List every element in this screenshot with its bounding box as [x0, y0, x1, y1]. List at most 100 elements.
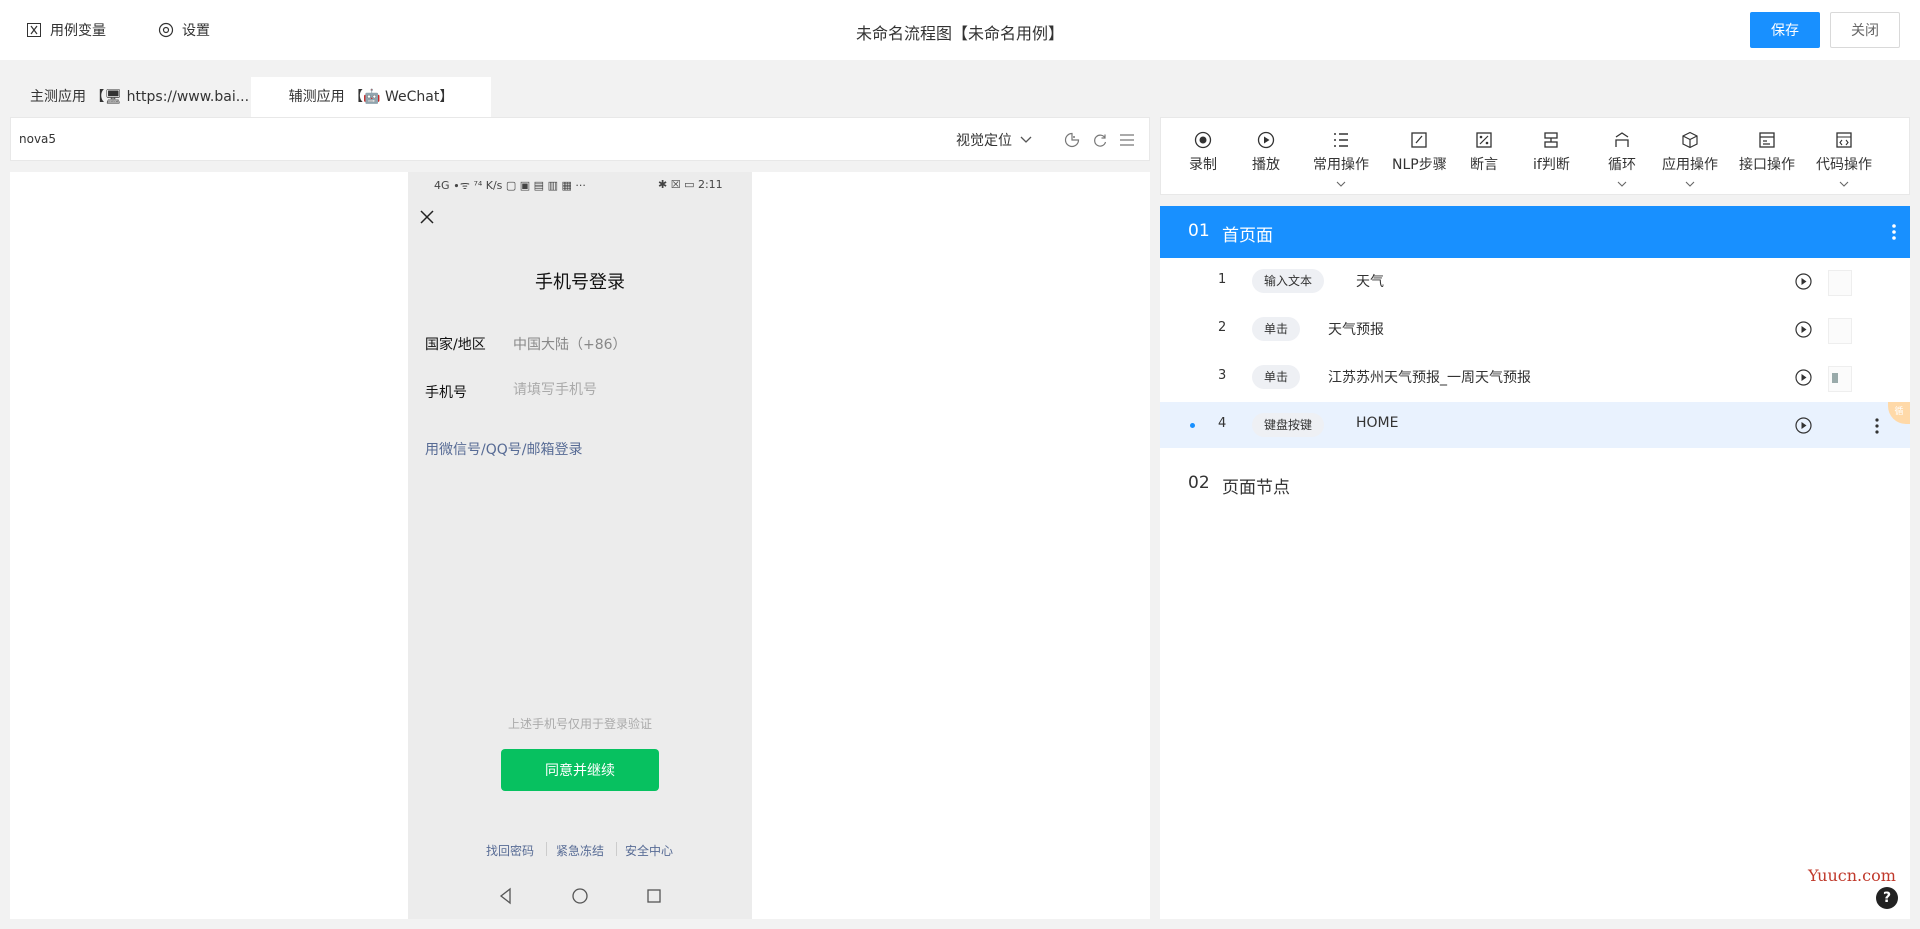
- list-icon: [1331, 130, 1351, 150]
- step-thumbnail[interactable]: [1828, 318, 1852, 344]
- step-target: HOME: [1356, 415, 1399, 431]
- selected-dot: [1190, 423, 1195, 428]
- play-step-icon[interactable]: [1795, 321, 1812, 338]
- save-button[interactable]: 保存: [1750, 12, 1820, 48]
- tool-loop[interactable]: 循环: [1608, 130, 1636, 187]
- section-header-page-nodes[interactable]: 02 页面节点: [1160, 461, 1910, 507]
- region-value[interactable]: 中国大陆（+86）: [513, 334, 627, 354]
- case-variables-button[interactable]: 用例变量: [26, 20, 106, 40]
- agree-continue-button[interactable]: 同意并继续: [501, 749, 659, 791]
- login-title: 手机号登录: [535, 272, 625, 293]
- login-note: 上述手机号仅用于登录验证: [507, 717, 652, 731]
- play-step-icon[interactable]: [1795, 273, 1812, 290]
- step-target: 江苏苏州天气预报_一周天气预报: [1328, 370, 1531, 386]
- tool-common-ops[interactable]: 常用操作: [1313, 130, 1369, 187]
- step-number: 4: [1218, 416, 1227, 431]
- tool-app-ops[interactable]: 应用操作: [1662, 130, 1718, 187]
- device-bar: nova5 视觉定位: [10, 117, 1150, 161]
- step-row-selected[interactable]: 4 键盘按键 HOME 循: [1160, 402, 1910, 448]
- code-icon: [1834, 130, 1854, 150]
- step-number: 3: [1218, 368, 1227, 383]
- nav-home-icon[interactable]: [570, 886, 590, 906]
- phone-screen: 4G ∙ᯤ ⁷⁴ K/s ▢ ▣ ▤ ▥ ▦ ··· ✱ ☒ ▭ 2:11 手机…: [408, 172, 752, 919]
- help-icon[interactable]: ?: [1876, 887, 1898, 909]
- status-bar-right: ✱ ☒ ▭ 2:11: [658, 178, 723, 191]
- region-label: 国家/地区: [425, 337, 486, 353]
- step-thumbnail[interactable]: [1828, 366, 1852, 392]
- step-row[interactable]: 3 单击 江苏苏州天气预报_一周天气预报: [1160, 354, 1910, 400]
- step-row[interactable]: 2 单击 天气预报: [1160, 306, 1910, 352]
- nav-back-icon[interactable]: [496, 886, 516, 906]
- watermark: Yuucn.com: [1808, 866, 1896, 885]
- tab-aux-app[interactable]: 辅测应用 【🤖 WeChat】: [251, 77, 491, 117]
- menu-icon[interactable]: [1118, 131, 1136, 149]
- recover-password-link[interactable]: 找回密码: [486, 842, 534, 859]
- case-variables-label: 用例变量: [50, 23, 106, 39]
- settings-button[interactable]: 设置: [158, 20, 210, 40]
- refresh-icon[interactable]: [1091, 131, 1109, 149]
- step-toolbar: 录制 播放 常用操作 NLP步骤 断言 if判断 循环 应用操作 接口操作 代码…: [1160, 117, 1910, 195]
- footer-divider: [616, 842, 617, 856]
- variable-icon: [26, 22, 42, 38]
- tool-label: 播放: [1252, 157, 1280, 173]
- step-action-tag: 输入文本: [1252, 269, 1325, 293]
- settings-label: 设置: [182, 23, 210, 39]
- tool-record[interactable]: 录制: [1189, 130, 1217, 174]
- locate-mode-value: 视觉定位: [956, 133, 1012, 149]
- step-action-tag: 单击: [1252, 317, 1301, 341]
- tool-label: 常用操作: [1313, 157, 1369, 173]
- tab-main-app[interactable]: 主测应用 【🖥 https://www.bai...: [12, 77, 267, 117]
- tool-if[interactable]: if判断: [1533, 130, 1570, 174]
- play-step-icon[interactable]: [1795, 369, 1812, 386]
- locate-mode-select[interactable]: 视觉定位: [956, 130, 1032, 150]
- section-number: 02: [1188, 473, 1210, 493]
- tool-label: 录制: [1189, 157, 1217, 173]
- api-icon: [1757, 130, 1777, 150]
- tool-code-ops[interactable]: 代码操作: [1816, 130, 1872, 187]
- top-bar: 用例变量 设置 未命名流程图【未命名用例】 保存 关闭: [0, 0, 1920, 60]
- page-title: 未命名流程图【未命名用例】: [855, 24, 1064, 43]
- gear-icon: [158, 22, 174, 38]
- section-number: 01: [1188, 221, 1210, 241]
- close-button[interactable]: 关闭: [1830, 12, 1900, 48]
- more-vertical-icon[interactable]: [1886, 222, 1902, 242]
- security-center-link[interactable]: 安全中心: [625, 842, 673, 859]
- step-badge: 循: [1888, 402, 1910, 424]
- tool-nlp-steps[interactable]: NLP步骤: [1392, 130, 1447, 174]
- device-name: nova5: [19, 132, 57, 146]
- chevron-down-icon: [1617, 175, 1627, 187]
- cube-icon: [1680, 130, 1700, 150]
- tool-label: 循环: [1608, 157, 1636, 173]
- nlp-icon: [1409, 130, 1429, 150]
- loop-icon: [1612, 130, 1632, 150]
- phone-input[interactable]: [513, 382, 723, 398]
- palette-icon[interactable]: [1063, 131, 1081, 149]
- nav-recent-icon[interactable]: [644, 886, 664, 906]
- tool-api-ops[interactable]: 接口操作: [1739, 130, 1795, 174]
- tool-label: 断言: [1470, 157, 1498, 173]
- tool-assert[interactable]: 断言: [1470, 130, 1498, 174]
- step-target: 天气预报: [1328, 322, 1384, 338]
- alt-login-link[interactable]: 用微信号/QQ号/邮箱登录: [425, 439, 582, 459]
- step-number: 1: [1218, 272, 1227, 287]
- section-title: 页面节点: [1222, 478, 1290, 498]
- close-icon[interactable]: [418, 208, 436, 226]
- tool-label: 接口操作: [1739, 157, 1795, 173]
- tool-label: if判断: [1533, 157, 1570, 173]
- record-icon: [1193, 130, 1213, 150]
- steps-panel: 01 首页面 1 输入文本 天气 2 单击 天气预报 3 单击 江苏苏州天气预报…: [1160, 206, 1910, 919]
- emergency-freeze-link[interactable]: 紧急冻结: [556, 842, 604, 859]
- step-thumbnail[interactable]: [1828, 270, 1852, 296]
- step-number: 2: [1218, 320, 1227, 335]
- if-icon: [1541, 130, 1561, 150]
- step-row[interactable]: 1 输入文本 天气: [1160, 258, 1910, 304]
- step-target: 天气: [1356, 274, 1384, 290]
- tool-play[interactable]: 播放: [1252, 130, 1280, 174]
- tool-label: 代码操作: [1816, 157, 1872, 173]
- phone-label: 手机号: [425, 385, 467, 401]
- section-title: 首页面: [1222, 226, 1273, 246]
- chevron-down-icon: [1020, 132, 1032, 148]
- section-header-home[interactable]: 01 首页面: [1160, 206, 1910, 258]
- more-vertical-icon[interactable]: [1873, 417, 1881, 435]
- play-step-icon[interactable]: [1795, 417, 1812, 434]
